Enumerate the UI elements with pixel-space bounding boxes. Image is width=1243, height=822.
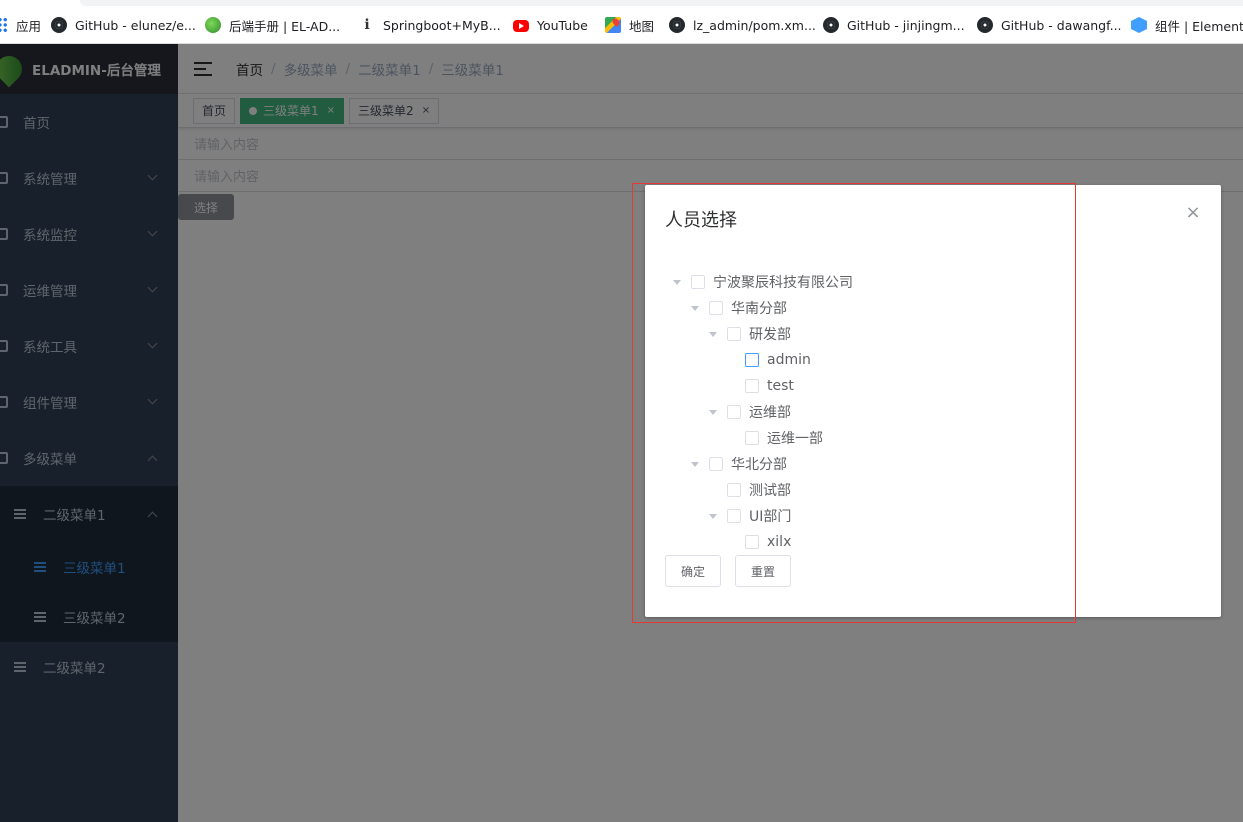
checkbox[interactable] (727, 405, 741, 419)
bookmark-label: Springboot+MyB... (383, 17, 501, 33)
checkbox[interactable] (727, 327, 741, 341)
bookmark-element[interactable]: 组件 | Element (1131, 14, 1243, 36)
caret-down-icon[interactable] (709, 409, 717, 415)
apps-grid-icon (0, 17, 8, 33)
tree-node-label: admin (767, 352, 811, 368)
site-icon: ℹ (364, 17, 370, 33)
tree-node[interactable]: xilx (727, 529, 791, 555)
github-icon (977, 17, 993, 33)
bookmark-label: lz_admin/pom.xm... (693, 17, 816, 33)
checkbox[interactable] (709, 457, 723, 471)
tree-node[interactable]: 测试部 (709, 477, 791, 503)
youtube-icon (513, 20, 529, 32)
tree-node[interactable]: UI部门 (709, 503, 791, 529)
bookmark-apps[interactable]: 应用 (0, 14, 41, 36)
tree-node[interactable]: 研发部 (709, 321, 791, 347)
bookmark-label: GitHub - jinjingm... (847, 17, 965, 33)
bookmark-github-elunez[interactable]: GitHub - elunez/e... (51, 14, 196, 36)
tree-node-label: 运维部 (749, 405, 791, 421)
tree-node[interactable]: 运维部 (709, 399, 791, 425)
bookmark-springboot[interactable]: ℹ Springboot+MyB... (359, 14, 501, 36)
tree-node[interactable]: 运维一部 (727, 425, 823, 451)
checkbox[interactable] (691, 275, 705, 289)
github-icon (51, 17, 67, 33)
tree-node-label: 研发部 (749, 327, 791, 343)
tree-node-label: 华南分部 (731, 301, 787, 317)
bookmark-github-jinjing[interactable]: GitHub - jinjingm... (823, 14, 965, 36)
bookmark-eladmin-docs[interactable]: 后端手册 | EL-AD... (205, 14, 340, 36)
checkbox[interactable] (727, 509, 741, 523)
checkbox[interactable] (745, 379, 759, 393)
tab-strip (80, 0, 1243, 6)
close-icon[interactable]: × (1185, 204, 1201, 222)
tree-node-label: UI部门 (749, 509, 792, 525)
bookmark-maps[interactable]: 地图 (605, 14, 654, 36)
bookmark-label: YouTube (537, 17, 588, 33)
github-icon (669, 17, 685, 33)
reset-button[interactable]: 重置 (735, 555, 791, 587)
bookmark-label: 应用 (16, 18, 42, 34)
dialog-title: 人员选择 (665, 210, 737, 231)
tree-node-label: 测试部 (749, 483, 791, 499)
caret-down-icon[interactable] (691, 305, 699, 311)
tree-node-label: test (767, 378, 794, 394)
tree-node[interactable]: 宁波聚辰科技有限公司 (673, 269, 853, 295)
caret-down-icon[interactable] (673, 279, 681, 285)
caret-down-icon[interactable] (709, 513, 717, 519)
tree-node-label: 宁波聚辰科技有限公司 (713, 275, 853, 291)
tree-node-label: 运维一部 (767, 431, 823, 447)
bookmarks-bar: 应用 GitHub - elunez/e... 后端手册 | EL-AD... … (0, 0, 1243, 44)
confirm-button[interactable]: 确定 (665, 555, 721, 587)
bookmark-label: 组件 | Element (1155, 18, 1243, 34)
checkbox[interactable] (727, 483, 741, 497)
tree-node[interactable]: test (727, 373, 794, 399)
bookmark-github-dawang[interactable]: GitHub - dawangf... (977, 14, 1122, 36)
tree-node[interactable]: admin (727, 347, 811, 373)
bookmark-label: GitHub - elunez/e... (75, 17, 196, 33)
element-icon (1131, 17, 1147, 33)
tree-node-label: 华北分部 (731, 457, 787, 473)
tree-node[interactable]: 华北分部 (691, 451, 787, 477)
checkbox[interactable] (745, 431, 759, 445)
bookmark-lz-admin[interactable]: lz_admin/pom.xm... (669, 14, 816, 36)
github-icon (823, 17, 839, 33)
bookmark-youtube[interactable]: YouTube (513, 14, 588, 36)
bookmark-label: GitHub - dawangf... (1001, 17, 1122, 33)
maps-icon (605, 17, 621, 33)
caret-down-icon[interactable] (709, 331, 717, 337)
checkbox[interactable] (745, 535, 759, 549)
checkbox[interactable] (709, 301, 723, 315)
leaf-icon (205, 17, 221, 33)
bookmark-label: 后端手册 | EL-AD... (229, 18, 341, 34)
tree-node-label: xilx (767, 534, 792, 550)
caret-down-icon[interactable] (691, 461, 699, 467)
checkbox[interactable] (745, 353, 759, 367)
person-select-dialog: 人员选择 × 宁波聚辰科技有限公司 华南分部 研发部 admin test 运维… (645, 185, 1221, 617)
tree-node[interactable]: 华南分部 (691, 295, 787, 321)
bookmark-label: 地图 (629, 18, 655, 34)
